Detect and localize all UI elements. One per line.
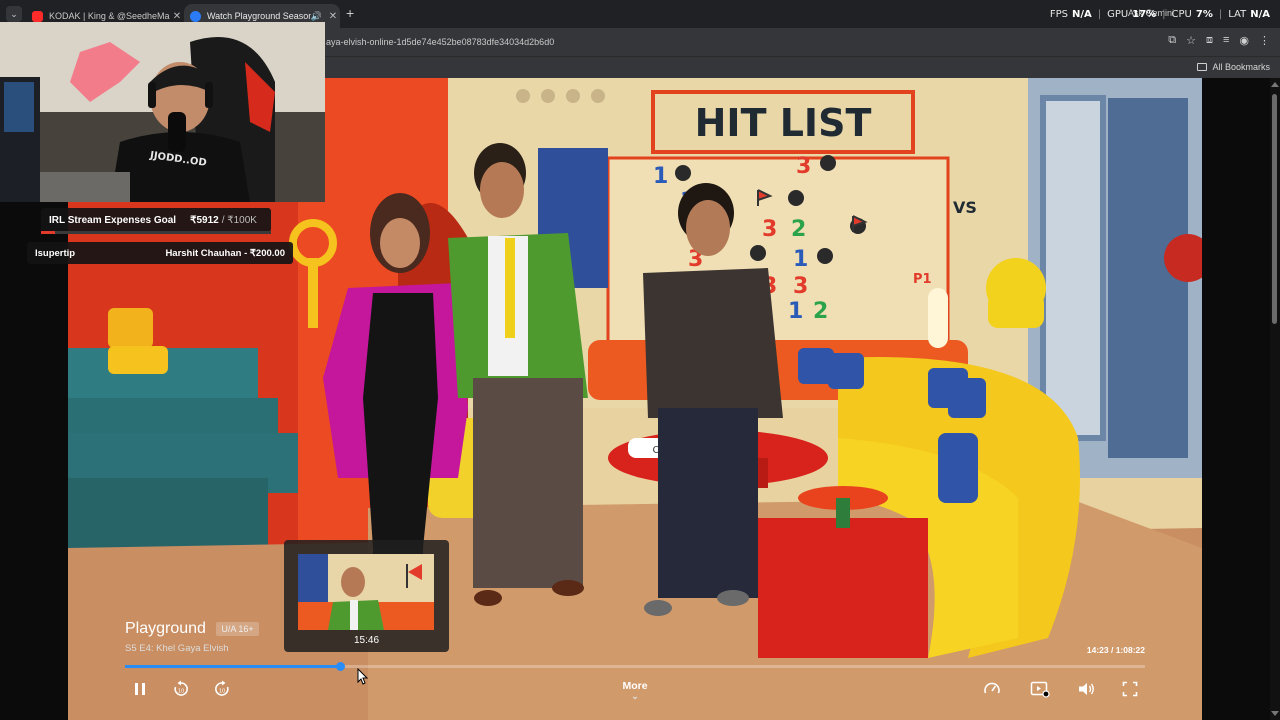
reading-list-icon[interactable]: ≡: [1223, 34, 1229, 47]
pause-button[interactable]: [129, 678, 151, 700]
tip-widget: Isupertip Harshit Chauhan - ₹200.00: [27, 242, 293, 264]
episodes-icon: [1030, 681, 1050, 698]
board-number: 3: [796, 154, 811, 179]
cpu-label: CPU: [1171, 9, 1192, 20]
preview-frame: [298, 554, 434, 630]
episode-title: S5 E4: Khel Gaya Elvish: [125, 643, 229, 654]
install-app-icon[interactable]: ⧉: [1168, 34, 1176, 47]
time-display: 14:23 / 1:08:22: [1086, 645, 1145, 655]
volume-button[interactable]: [1076, 678, 1098, 700]
fps-label: FPS: [1049, 9, 1068, 20]
vs-sign: VS: [953, 198, 977, 217]
goal-target: / ₹100K: [221, 214, 257, 226]
profile-avatar-icon[interactable]: ◉: [1239, 34, 1249, 47]
tab-search-chevron-icon[interactable]: ⌄: [6, 6, 22, 22]
board-number: 2: [791, 217, 806, 242]
svg-text:10: 10: [219, 689, 225, 695]
more-button[interactable]: More ⌄: [612, 680, 658, 701]
preview-time: 15:46: [353, 635, 380, 646]
episodes-button[interactable]: [1029, 678, 1051, 700]
hit-list-sign: HIT LIST: [695, 101, 872, 145]
all-bookmarks-button[interactable]: All Bookmarks: [1197, 62, 1270, 72]
speaker-icon[interactable]: 🔊: [311, 11, 322, 22]
rewind-10-button[interactable]: 10: [170, 678, 192, 700]
forward-icon: 10: [215, 680, 229, 696]
board-number: 1: [788, 299, 803, 324]
chevron-down-icon: ⌄: [631, 691, 639, 701]
fullscreen-button[interactable]: [1119, 678, 1141, 700]
lat-label: LAT: [1228, 9, 1247, 20]
performance-overlay: FPS N/A | GPU 17% | CPU 7% | LAT N/A: [1049, 9, 1270, 20]
tip-value: Harshit Chauhan - ₹200.00: [165, 247, 285, 259]
rewind-icon: 10: [174, 680, 188, 696]
seek-bar[interactable]: [125, 662, 1145, 671]
bookmark-star-icon[interactable]: ☆: [1186, 34, 1196, 47]
cpu-value: 7%: [1195, 9, 1213, 20]
board-number: 2: [813, 299, 828, 324]
webcam-feed: JJODD..OD: [0, 22, 325, 202]
close-tab-icon[interactable]: ✕: [326, 11, 340, 22]
url-field[interactable]: aya-elvish-online-1d5de74e452be08783dfe3…: [326, 37, 554, 47]
folder-icon: [1197, 63, 1208, 71]
svg-text:10: 10: [178, 689, 184, 695]
scrollbar-thumb[interactable]: [1272, 94, 1277, 324]
tip-label: Isupertip: [35, 247, 76, 259]
mouse-cursor-icon: [357, 668, 369, 685]
preview-thumbnail: [298, 554, 434, 630]
p1-sign: P1: [913, 272, 932, 287]
gpu-value: 17%: [1132, 9, 1157, 20]
gpu-label: GPU: [1107, 9, 1129, 20]
board-number: 1: [793, 247, 808, 272]
goal-progress-fill: [41, 231, 55, 234]
all-bookmarks-label: All Bookmarks: [1212, 62, 1270, 72]
site-favicon-icon: [190, 10, 201, 22]
goal-label: IRL Stream Expenses Goal: [49, 214, 177, 226]
forward-10-button[interactable]: 10: [211, 678, 233, 700]
toolbar-icons: ⧉ ☆ ⧈ ≡ ◉ ⋮: [1168, 34, 1270, 47]
scroll-up-arrow-icon[interactable]: [1271, 82, 1279, 87]
tab-title: Watch Playground Season: [207, 11, 311, 21]
playback-speed-button[interactable]: [981, 678, 1003, 700]
fullscreen-icon: [1122, 681, 1138, 697]
pause-icon: [135, 683, 145, 695]
board-number: 1: [653, 164, 668, 189]
webcam-overlay: JJODD..OD: [0, 22, 325, 202]
stream-goal-widget: IRL Stream Expenses Goal ₹5912 / ₹100K: [41, 208, 271, 232]
speedometer-icon: [984, 682, 1000, 694]
scroll-down-arrow-icon[interactable]: [1271, 711, 1279, 716]
rating-badge: U/A 16+: [216, 622, 259, 636]
seek-preview: 15:46: [284, 540, 449, 652]
tab-title: KODAK | King & @SeedheMaut: [49, 11, 170, 21]
close-tab-icon[interactable]: ✕: [170, 11, 184, 22]
title-block: Playground U/A 16+: [125, 620, 259, 638]
fps-value: N/A: [1071, 9, 1092, 20]
goal-progress-bar: [41, 231, 271, 234]
new-tab-button[interactable]: +: [346, 5, 354, 21]
extensions-icon[interactable]: ⧈: [1206, 34, 1213, 47]
menu-kebab-icon[interactable]: ⋮: [1259, 34, 1270, 47]
show-title: Playground: [125, 620, 206, 637]
goal-amount: ₹5912: [190, 214, 219, 226]
seek-bar-fill: [125, 665, 341, 668]
board-number: 3: [793, 274, 808, 299]
page-scrollbar[interactable]: [1270, 78, 1280, 720]
youtube-favicon-icon: [32, 10, 43, 22]
volume-icon: [1079, 683, 1094, 695]
board-number: 3: [762, 217, 777, 242]
lat-value: N/A: [1250, 9, 1270, 20]
